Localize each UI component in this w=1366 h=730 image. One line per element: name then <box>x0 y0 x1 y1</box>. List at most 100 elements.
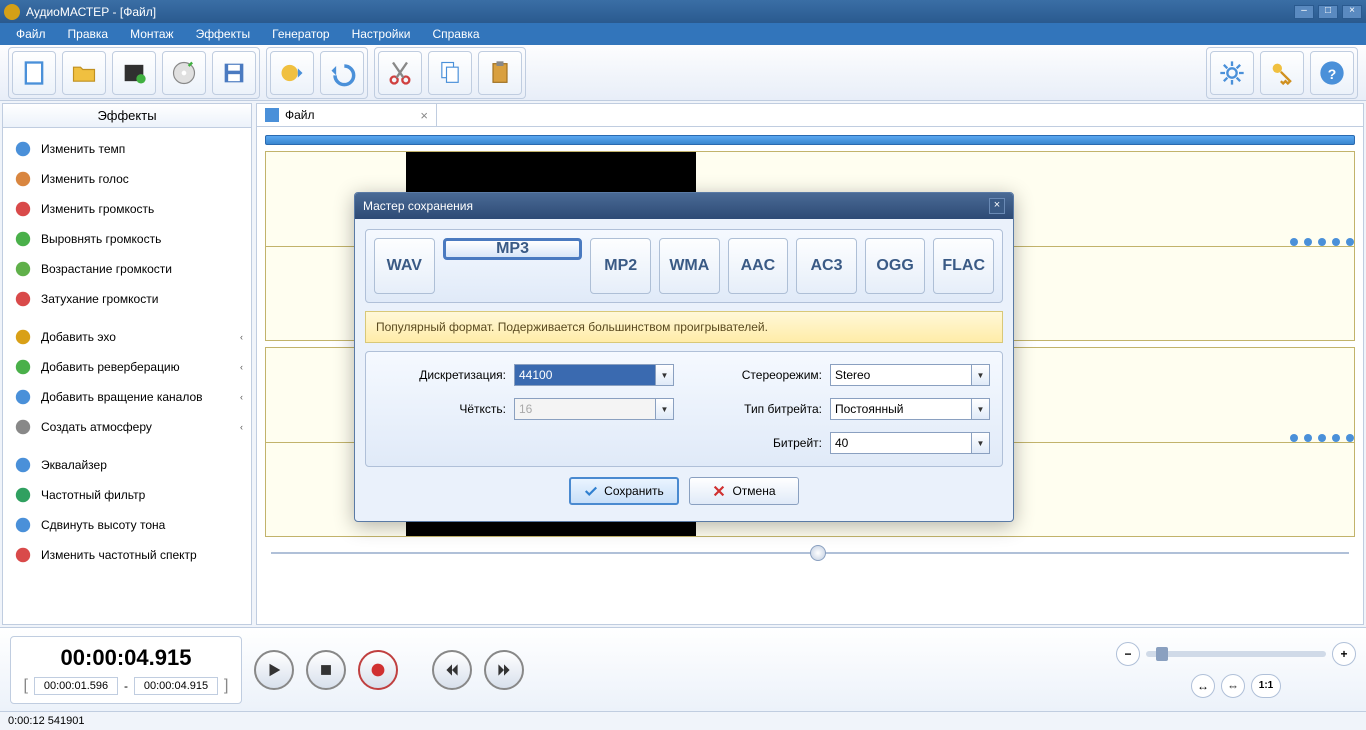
svg-text:?: ? <box>1328 65 1337 81</box>
cut-button[interactable] <box>378 51 422 95</box>
dialog-title: Мастер сохранения <box>363 199 473 213</box>
app-icon <box>4 4 20 20</box>
sidebar-item-label: Добавить реверберацию <box>41 360 180 374</box>
help-button[interactable]: ? <box>1310 51 1354 95</box>
sample-rate-select[interactable]: 44100▼ <box>514 364 674 386</box>
effect-icon <box>13 515 33 535</box>
sidebar-item[interactable]: Выровнять громкость <box>3 224 251 254</box>
open-file-button[interactable] <box>62 51 106 95</box>
expand-icon: ‹ <box>240 362 243 372</box>
format-button-mp2[interactable]: MP2 <box>590 238 651 294</box>
menu-effects[interactable]: Эффекты <box>186 24 261 44</box>
sidebar-item-label: Создать атмосферу <box>41 420 152 434</box>
dialog-close-button[interactable]: × <box>989 198 1005 214</box>
zoom-out-button[interactable]: − <box>1116 642 1140 666</box>
copy-button[interactable] <box>428 51 472 95</box>
format-button-ogg[interactable]: OGG <box>865 238 926 294</box>
prev-button[interactable] <box>432 650 472 690</box>
next-button[interactable] <box>484 650 524 690</box>
file-tab-label: Файл <box>285 108 315 122</box>
menu-generator[interactable]: Генератор <box>262 24 339 44</box>
sidebar-item[interactable]: Затухание громкости <box>3 284 251 314</box>
sidebar-item-label: Сдвинуть высоту тона <box>41 518 165 532</box>
cancel-button[interactable]: Отмена <box>689 477 799 505</box>
sidebar-item-label: Добавить эхо <box>41 330 116 344</box>
paste-button[interactable] <box>478 51 522 95</box>
stereo-mode-select[interactable]: Stereo▼ <box>830 364 990 386</box>
effect-icon <box>13 545 33 565</box>
current-time: 00:00:04.915 <box>61 645 192 671</box>
effect-icon <box>13 259 33 279</box>
sidebar-item-label: Частотный фильтр <box>41 488 145 502</box>
save-wizard-dialog: Мастер сохранения × WAV MP3 MP2WMAAACAC3OG… <box>354 192 1014 522</box>
titlebar: АудиоМАСТЕР - [Файл] – □ × <box>0 0 1366 23</box>
fit-selection-button[interactable]: ⇔ <box>1221 674 1245 698</box>
menu-edit[interactable]: Правка <box>58 24 119 44</box>
format-button-ac3[interactable]: AC3 <box>796 238 857 294</box>
status-bar: 0:00:12 541901 <box>0 711 1366 729</box>
format-button-aac[interactable]: AAC <box>728 238 789 294</box>
settings-button[interactable] <box>1210 51 1254 95</box>
save-confirm-button[interactable]: Сохранить <box>569 477 679 505</box>
bitrate-select[interactable]: 40▼ <box>830 432 990 454</box>
video-button[interactable] <box>112 51 156 95</box>
sidebar-item[interactable]: Сдвинуть высоту тона <box>3 510 251 540</box>
play-button[interactable] <box>254 650 294 690</box>
bit-depth-label: Чётксть: <box>378 402 506 416</box>
stereo-mode-label: Стереорежим: <box>694 368 822 382</box>
sidebar-item[interactable]: Добавить реверберацию ‹ <box>3 352 251 382</box>
sidebar-item[interactable]: Изменить громкость <box>3 194 251 224</box>
menu-montage[interactable]: Монтаж <box>120 24 184 44</box>
bit-depth-select: 16▼ <box>514 398 674 420</box>
menu-help[interactable]: Справка <box>422 24 489 44</box>
sidebar-item-label: Выровнять громкость <box>41 232 161 246</box>
save-button[interactable] <box>212 51 256 95</box>
format-button-mp3[interactable]: MP3 <box>443 238 583 260</box>
maximize-button[interactable]: □ <box>1318 5 1338 19</box>
sidebar-item[interactable]: Добавить вращение каналов‹ <box>3 382 251 412</box>
sidebar-item-label: Добавить вращение каналов <box>41 390 203 404</box>
selection-bar[interactable] <box>265 135 1355 145</box>
effect-icon <box>13 289 33 309</box>
stop-button[interactable] <box>306 650 346 690</box>
file-tab-bar: Файл × <box>256 103 1364 127</box>
effect-icon <box>13 327 33 347</box>
sidebar-item[interactable]: Создать атмосферу‹ <box>3 412 251 442</box>
key-button[interactable] <box>1260 51 1304 95</box>
undo-button[interactable] <box>320 51 364 95</box>
fit-width-button[interactable]: ↔ <box>1191 674 1215 698</box>
sidebar-item[interactable]: Изменить голос <box>3 164 251 194</box>
play-preview-button[interactable] <box>270 51 314 95</box>
sidebar-item[interactable]: Добавить эхо‹ <box>3 322 251 352</box>
minimize-button[interactable]: – <box>1294 5 1314 19</box>
new-file-button[interactable] <box>12 51 56 95</box>
sidebar-item[interactable]: Возрастание громкости <box>3 254 251 284</box>
zoom-slider[interactable] <box>1146 651 1326 657</box>
dialog-title-bar[interactable]: Мастер сохранения × <box>355 193 1013 219</box>
zoom-in-button[interactable]: + <box>1332 642 1356 666</box>
timeline[interactable] <box>265 543 1355 563</box>
bitrate-type-select[interactable]: Постоянный▼ <box>830 398 990 420</box>
time-from-input[interactable] <box>34 677 118 695</box>
sidebar-item[interactable]: Частотный фильтр <box>3 480 251 510</box>
sidebar-item[interactable]: Изменить темп <box>3 134 251 164</box>
menu-file[interactable]: Файл <box>6 24 56 44</box>
file-tab[interactable]: Файл × <box>257 104 437 126</box>
record-button[interactable] <box>358 650 398 690</box>
close-button[interactable]: × <box>1342 5 1362 19</box>
menu-settings[interactable]: Настройки <box>342 24 421 44</box>
tab-close-button[interactable]: × <box>420 108 428 123</box>
zoom-11-button[interactable]: 1:1 <box>1251 674 1281 698</box>
time-to-input[interactable] <box>134 677 218 695</box>
sidebar-item[interactable]: Эквалайзер <box>3 450 251 480</box>
audio-file-icon <box>265 108 279 122</box>
sidebar-item-label: Изменить частотный спектр <box>41 548 197 562</box>
format-button-wma[interactable]: WMA <box>659 238 720 294</box>
sidebar-item[interactable]: Изменить частотный спектр <box>3 540 251 570</box>
format-button-wav[interactable]: WAV <box>374 238 435 294</box>
cd-button[interactable] <box>162 51 206 95</box>
format-button-flac[interactable]: FLAC <box>933 238 994 294</box>
effect-icon <box>13 455 33 475</box>
timeline-thumb[interactable] <box>810 545 826 561</box>
window-title: АудиоМАСТЕР - [Файл] <box>26 5 1294 19</box>
